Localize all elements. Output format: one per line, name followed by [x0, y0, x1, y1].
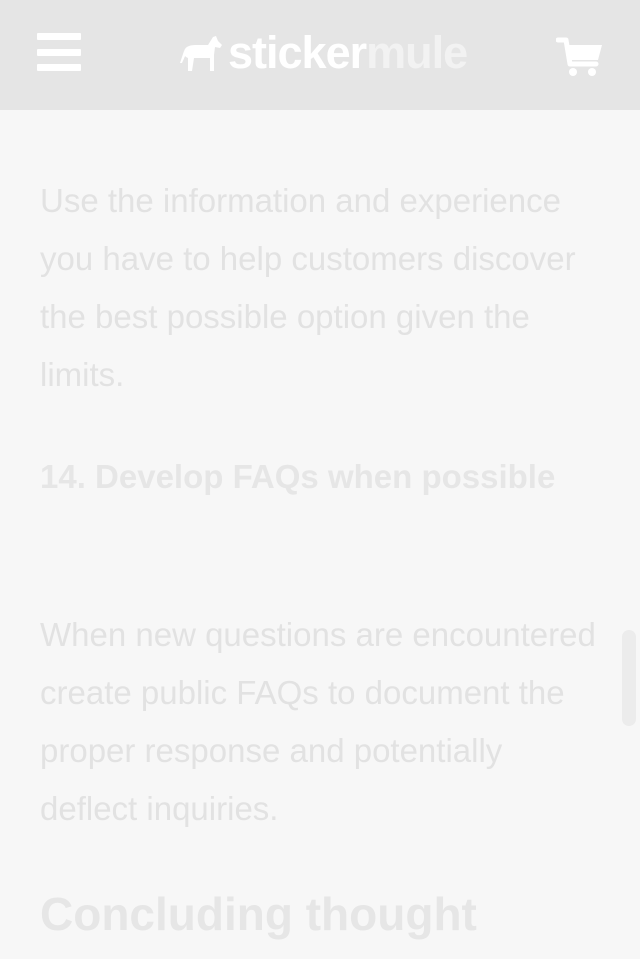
section-heading: Concluding thought	[40, 888, 477, 940]
sticker-mule-logo[interactable]: sticker mule	[180, 27, 468, 78]
article-paragraph: When new questions are encountered creat…	[40, 616, 596, 827]
hamburger-menu-icon[interactable]	[37, 33, 81, 71]
logo-text-mule: mule	[366, 27, 468, 78]
scrollbar-thumb[interactable]	[622, 630, 636, 726]
mule-logo-icon	[180, 36, 222, 71]
shopping-cart-icon[interactable]	[555, 36, 604, 83]
section-subheading: 14. Develop FAQs when possible	[40, 458, 556, 495]
logo-text-sticker: sticker	[228, 27, 367, 78]
top-navbar: sticker mule	[0, 0, 640, 110]
article-paragraph: Use the information and experience you h…	[40, 182, 576, 393]
